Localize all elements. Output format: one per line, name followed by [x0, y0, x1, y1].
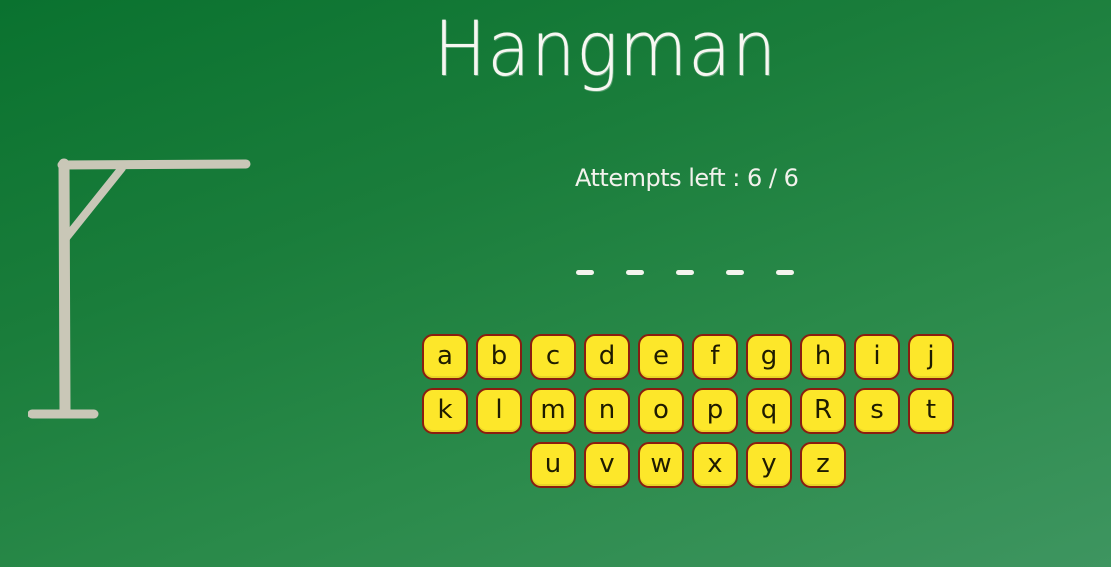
key-x[interactable]: x	[692, 442, 738, 488]
key-t[interactable]: t	[908, 388, 954, 434]
key-p[interactable]: p	[692, 388, 738, 434]
key-y[interactable]: y	[746, 442, 792, 488]
gallows-brace	[62, 164, 126, 242]
hidden-word	[576, 260, 794, 275]
key-a[interactable]: a	[422, 334, 468, 380]
key-e[interactable]: e	[638, 334, 684, 380]
key-j[interactable]: j	[908, 334, 954, 380]
key-n[interactable]: n	[584, 388, 630, 434]
key-i[interactable]: i	[854, 334, 900, 380]
key-m[interactable]: m	[530, 388, 576, 434]
gallows-drawing	[28, 158, 251, 419]
key-u[interactable]: u	[530, 442, 576, 488]
keyboard-row: k l m n o p q R s t	[420, 388, 956, 434]
key-b[interactable]: b	[476, 334, 522, 380]
key-z[interactable]: z	[800, 442, 846, 488]
key-q[interactable]: q	[746, 388, 792, 434]
keyboard-row: u v w x y z	[420, 442, 956, 488]
gallows-beam	[57, 159, 251, 170]
key-l[interactable]: l	[476, 388, 522, 434]
key-f[interactable]: f	[692, 334, 738, 380]
letter-slot	[576, 270, 594, 275]
letter-slot	[726, 270, 744, 275]
key-d[interactable]: d	[584, 334, 630, 380]
key-k[interactable]: k	[422, 388, 468, 434]
letter-slot	[626, 270, 644, 275]
key-s[interactable]: s	[854, 388, 900, 434]
gallows-chalk	[28, 158, 251, 419]
gallows-pole	[58, 158, 71, 416]
key-g[interactable]: g	[746, 334, 792, 380]
attempts-left: Attempts left : 6 / 6	[575, 164, 799, 192]
key-c[interactable]: c	[530, 334, 576, 380]
key-r[interactable]: R	[800, 388, 846, 434]
game-title: Hangman	[433, 4, 778, 93]
letter-slot	[676, 270, 694, 275]
key-v[interactable]: v	[584, 442, 630, 488]
keyboard-row: a b c d e f g h i j	[420, 334, 956, 380]
key-h[interactable]: h	[800, 334, 846, 380]
letter-slot	[776, 270, 794, 275]
key-o[interactable]: o	[638, 388, 684, 434]
letter-keyboard: a b c d e f g h i j k l m n o p q R s t …	[420, 334, 956, 496]
key-w[interactable]: w	[638, 442, 684, 488]
